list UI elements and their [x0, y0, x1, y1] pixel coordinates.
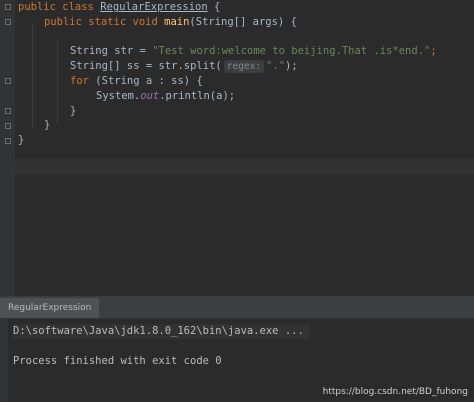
fold-marker-icon[interactable]: [5, 123, 11, 129]
run-tab-bar: RegularExpression: [0, 298, 474, 319]
brace: }: [70, 105, 77, 117]
call: .println(a);: [159, 90, 236, 102]
semicolon: ;: [430, 45, 437, 57]
console-exit-line: Process finished with exit code 0: [13, 355, 222, 367]
code-line-5: for (String a : ss) {: [70, 74, 203, 89]
console-gutter: [0, 319, 8, 402]
code-editor[interactable]: public class RegularExpression { public …: [0, 0, 474, 296]
modifiers: public static void: [44, 16, 158, 28]
fold-marker-icon[interactable]: [5, 138, 11, 144]
brace: {: [214, 1, 221, 13]
editor-gutter: [0, 0, 15, 296]
keyword: class: [62, 1, 94, 13]
static-field: out: [140, 90, 160, 102]
fold-marker-icon[interactable]: [5, 108, 11, 114]
code-line-3: String str = "Test word:welcome to beiji…: [70, 44, 437, 59]
code-line-2: public static void main(String[] args) {: [44, 15, 297, 30]
brace: }: [44, 119, 51, 131]
watermark: https://blog.csdn.net/BD_fuhong: [322, 387, 468, 397]
parameter-hint: regex:: [223, 60, 265, 73]
fold-marker-icon[interactable]: [5, 78, 11, 84]
indent-guide: [57, 38, 58, 123]
run-console[interactable]: D:\software\Java\jdk1.8.0_162\bin\java.e…: [0, 319, 474, 402]
code-line-9: }: [18, 133, 24, 148]
declaration: String str =: [70, 45, 153, 57]
system-ref: System.: [96, 90, 141, 102]
run-tab[interactable]: RegularExpression: [0, 298, 100, 318]
code-line-8: }: [44, 118, 50, 133]
string-literal: ".": [266, 60, 286, 72]
statement-end: );: [285, 60, 298, 72]
fold-marker-icon[interactable]: [5, 19, 11, 25]
code-line-1: public class RegularExpression {: [18, 0, 220, 15]
code-line-6: System.out.println(a);: [96, 89, 235, 104]
keyword: for: [70, 75, 89, 87]
code-line-7: }: [70, 104, 76, 119]
keyword: public: [18, 1, 56, 13]
method-name: main: [164, 16, 190, 28]
declaration: String[] ss = str.split(: [70, 60, 222, 72]
caret-line-highlight: [15, 159, 474, 175]
console-command-line[interactable]: D:\software\Java\jdk1.8.0_162\bin\java.e…: [13, 324, 310, 339]
fold-marker-icon[interactable]: [5, 4, 11, 10]
for-header: (String a : ss) {: [95, 75, 203, 87]
brace: }: [18, 134, 25, 146]
class-name: RegularExpression: [100, 1, 208, 13]
string-literal: "Test word:welcome to beijing.That .is*e…: [152, 45, 431, 57]
indent-guide: [32, 24, 33, 128]
method-params: (String[] args) {: [189, 16, 297, 28]
code-line-4: String[] ss = str.split(regex: ".");: [70, 59, 298, 74]
